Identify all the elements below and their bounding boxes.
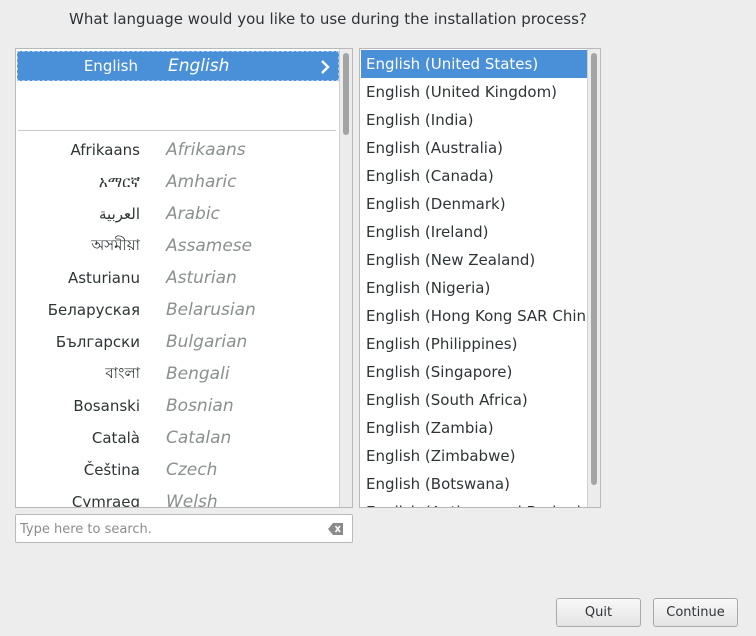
language-english-name: Catalan <box>166 428 232 448</box>
language-search[interactable] <box>15 514 353 543</box>
locale-row[interactable]: English (Zambia) <box>361 414 587 442</box>
locale-row[interactable]: English (Australia) <box>361 134 587 162</box>
language-list-scrollbar[interactable] <box>339 49 352 507</box>
language-row[interactable]: Беларуская Belarusian <box>16 294 340 326</box>
locale-row[interactable]: English (United States) <box>361 50 587 78</box>
list-separator <box>18 130 336 131</box>
language-row[interactable]: Български Bulgarian <box>16 326 340 358</box>
language-row[interactable]: Bosanski Bosnian <box>16 390 340 422</box>
language-native-name: Čeština <box>83 461 140 479</box>
locale-row[interactable]: English (Ireland) <box>361 218 587 246</box>
language-row[interactable]: বাংলা Bengali <box>16 358 340 390</box>
language-row[interactable]: Asturianu Asturian <box>16 262 340 294</box>
locale-row[interactable]: English (India) <box>361 106 587 134</box>
locale-row[interactable]: English (Nigeria) <box>361 274 587 302</box>
language-native-name: Bosanski <box>73 397 140 415</box>
continue-button[interactable]: Continue <box>653 598 738 627</box>
locale-list[interactable]: English (United States) English (United K… <box>359 48 601 508</box>
language-row[interactable]: অসমীয়া Assamese <box>16 230 340 262</box>
language-row[interactable]: Cymraeg Welsh <box>16 486 340 508</box>
language-english-name: Afrikaans <box>166 140 246 160</box>
locale-row[interactable]: English (Hong Kong SAR China) <box>361 302 600 330</box>
language-native-name: বাংলা <box>105 363 140 382</box>
language-row[interactable]: English English <box>17 51 339 81</box>
locale-row[interactable]: English (Denmark) <box>361 190 587 218</box>
quit-button[interactable]: Quit <box>556 598 641 627</box>
locale-row[interactable]: English (Philippines) <box>361 330 587 358</box>
language-row[interactable]: العربية Arabic <box>16 198 340 230</box>
language-row[interactable]: Català Catalan <box>16 422 340 454</box>
language-row[interactable]: Afrikaans Afrikaans <box>16 134 340 166</box>
language-native-name: Cymraeg <box>71 493 140 508</box>
locale-row[interactable]: English (Botswana) <box>361 470 587 498</box>
language-english-name: Welsh <box>166 492 218 508</box>
language-native-name: አማርኛ <box>98 173 140 191</box>
locale-list-scrollbar[interactable] <box>587 49 600 507</box>
locale-list-scrollbar-thumb[interactable] <box>591 53 597 485</box>
language-native-name: Afrikaans <box>70 141 140 159</box>
locale-row[interactable]: English (United Kingdom) <box>361 78 587 106</box>
language-english-name: Assamese <box>166 236 253 256</box>
chevron-right-icon <box>321 60 330 74</box>
language-english-name: Amharic <box>166 172 237 192</box>
language-row[interactable]: አማርኛ Amharic <box>16 166 340 198</box>
language-native-name: English <box>83 57 138 75</box>
language-row[interactable]: Čeština Czech <box>16 454 340 486</box>
language-native-name: العربية <box>99 205 140 223</box>
language-list[interactable]: English English Afrikaans Afrikaans አማርኛ Amha… <box>15 48 353 508</box>
language-english-name: Czech <box>166 460 218 480</box>
language-english-name: Bengali <box>166 364 230 384</box>
locale-row[interactable]: English (Singapore) <box>361 358 587 386</box>
search-input[interactable] <box>20 518 320 540</box>
locale-row[interactable]: English (Canada) <box>361 162 587 190</box>
locale-row[interactable]: English (Zimbabwe) <box>361 442 587 470</box>
installation-question: What language would you like to use duri… <box>69 10 587 28</box>
locale-row[interactable]: English (Antigua and Barbuda) <box>361 498 596 507</box>
language-english-name: English <box>168 56 230 76</box>
language-native-name: Български <box>55 333 140 351</box>
language-english-name: Arabic <box>166 204 220 224</box>
language-native-name: Беларуская <box>47 301 140 319</box>
language-list-scrollbar-thumb[interactable] <box>343 53 349 135</box>
language-english-name: Bosnian <box>166 396 234 416</box>
language-english-name: Asturian <box>166 268 237 288</box>
language-native-name: Català <box>91 429 140 447</box>
locale-row[interactable]: English (New Zealand) <box>361 246 587 274</box>
clear-icon[interactable] <box>328 522 344 536</box>
locale-row[interactable]: English (South Africa) <box>361 386 587 414</box>
language-english-name: Belarusian <box>166 300 256 320</box>
language-native-name: অসমীয়া <box>91 235 140 254</box>
language-english-name: Bulgarian <box>166 332 248 352</box>
language-native-name: Asturianu <box>67 269 140 287</box>
